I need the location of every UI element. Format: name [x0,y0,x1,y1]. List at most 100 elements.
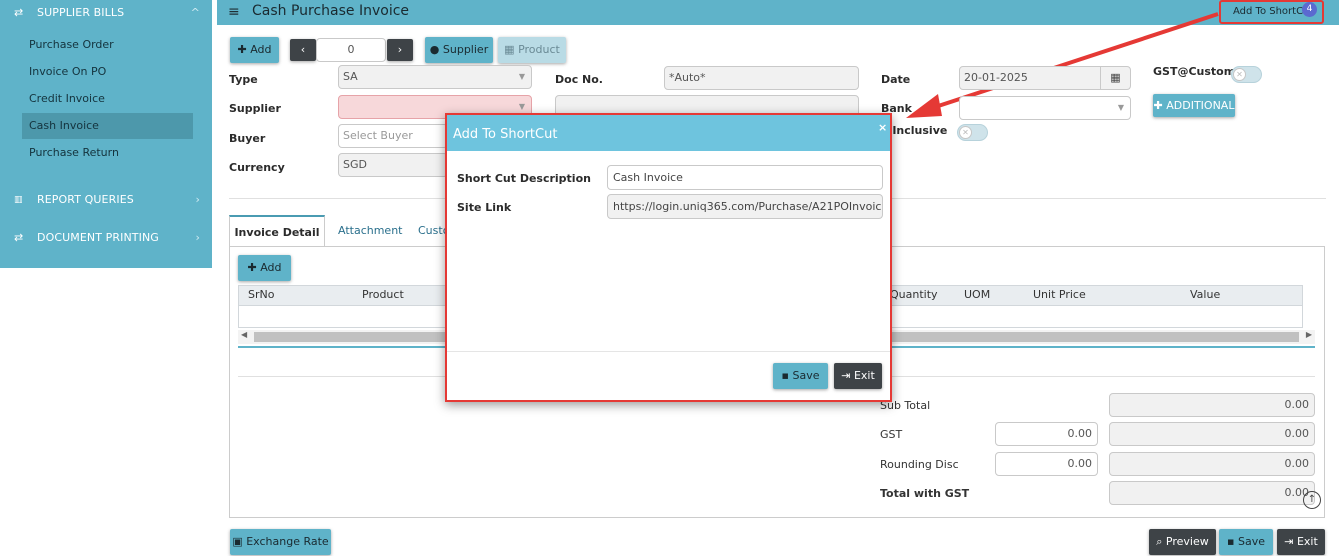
chevron-up-icon: ^ [190,6,200,19]
modal-save-button[interactable]: ▪ Save [773,363,828,389]
record-number-input[interactable]: 0 [316,38,386,62]
preview-button[interactable]: ⌕ Preview [1149,529,1216,555]
rounding-label: Rounding Disc [880,458,959,471]
type-value: SA [343,70,358,83]
caret-down-icon: ▼ [518,72,525,81]
sidebar-section-supplier-bills[interactable]: ⇄ SUPPLIER BILLS ^ [0,0,212,26]
save-button[interactable]: ▪ Save [1219,529,1273,555]
sidebar-section-label: DOCUMENT PRINTING [37,231,159,244]
currency-label: Currency [229,161,285,174]
sign-out-icon: ⇥ [841,369,851,382]
product-button-label: Product [518,43,560,56]
date-label: Date [881,73,911,86]
sidebar-section-document-printing[interactable]: ⇄ DOCUMENT PRINTING › [0,225,212,251]
gst-inclusive-toggle[interactable]: ✕ [957,124,988,141]
buyer-label: Buyer [229,132,266,145]
sidebar-item-label: Invoice On PO [29,65,107,78]
close-icon[interactable]: × [878,121,887,134]
calendar-icon[interactable]: ▦ [1100,67,1130,89]
site-link-label: Site Link [457,201,512,214]
scroll-left-icon[interactable]: ◀ [241,330,247,339]
sidebar-item-cash-invoice[interactable]: Cash Invoice [22,113,193,139]
rounding-value: 0.00 [1109,452,1315,476]
modal-header: Add To ShortCut [447,115,890,151]
shortcut-description-input[interactable]: Cash Invoice [607,165,883,190]
grid-icon: ▦ [504,43,515,56]
money-icon: ▣ [232,535,243,548]
shortcut-count-badge: 4 [1302,2,1317,17]
exit-button-label: Exit [1296,535,1318,548]
supplier-label: Supplier [229,102,281,115]
supplier-button[interactable]: ● Supplier [425,37,493,63]
chevron-right-icon: › [195,231,200,244]
add-to-shortcut-modal: Add To ShortCut × Short Cut Description … [445,113,892,402]
page-title: Cash Purchase Invoice [252,3,410,19]
next-button[interactable]: › [387,39,413,61]
column-header-value: Value [1190,288,1221,301]
gst-value: 0.00 [1109,422,1315,446]
modal-save-label: Save [792,369,820,382]
add-button-label: Add [250,43,272,56]
exchange-rate-button[interactable]: ▣ Exchange Rate [230,529,331,555]
product-button[interactable]: ▦ Product [498,37,566,63]
buyer-select[interactable]: Select Buyer [338,124,448,148]
additional-button[interactable]: ✚ ADDITIONAL [1153,94,1235,117]
floppy-icon: ▪ [1227,535,1235,548]
column-header-srno: SrNo [248,288,275,301]
docno-input[interactable]: *Auto* [664,66,859,90]
supplier-button-label: Supplier [442,43,489,56]
add-button[interactable]: ✚ Add [230,37,279,63]
gst-custom-toggle[interactable]: ✕ [1231,66,1262,83]
close-icon: ✕ [959,126,972,139]
rounding-rate-input[interactable]: 0.00 [995,452,1098,476]
modal-divider [447,351,890,352]
chevron-right-icon: › [195,193,200,206]
site-link-input[interactable]: https://login.uniq365.com/Purchase/A21PO… [607,194,883,219]
gst-custom-label: GST@Custom [1153,65,1236,78]
modal-exit-button[interactable]: ⇥ Exit [834,363,882,389]
add-line-button[interactable]: ✚ Add [238,255,291,281]
currency-select[interactable]: SGD [338,153,448,177]
caret-down-icon: ▼ [1117,103,1124,112]
total-value: 0.00 [1109,481,1315,505]
sidebar-section-label: SUPPLIER BILLS [37,6,125,19]
date-input[interactable]: 20-01-2025 ▦ [959,66,1131,90]
tab-attachment[interactable]: Attachment [338,215,403,247]
modal-exit-label: Exit [853,369,875,382]
additional-button-label: ADDITIONAL [1166,99,1235,112]
prev-button[interactable]: ‹ [290,39,316,61]
sign-out-icon: ⇥ [1284,535,1294,548]
exit-button[interactable]: ⇥ Exit [1277,529,1325,555]
sidebar-item-invoice-on-po[interactable]: Invoice On PO [22,59,193,85]
exchange-icon: ⇄ [14,6,24,19]
gst-label: GST [880,428,903,441]
sidebar-item-label: Purchase Return [29,146,119,159]
shortcut-description-label: Short Cut Description [457,172,591,185]
docno-label: Doc No. [555,73,603,86]
sidebar-section-report-queries[interactable]: ▥ REPORT QUERIES › [0,187,212,213]
sidebar-item-credit-invoice[interactable]: Credit Invoice [22,86,193,112]
type-select[interactable]: SA ▼ [338,65,532,89]
type-label: Type [229,73,258,86]
sidebar-item-purchase-order[interactable]: Purchase Order [22,32,193,58]
sidebar-item-label: Cash Invoice [29,119,99,132]
preview-button-label: Preview [1165,535,1209,548]
tab-invoice-detail[interactable]: Invoice Detail [229,215,325,247]
sidebar-item-label: Credit Invoice [29,92,105,105]
column-header-quantity: Quantity [890,288,938,301]
add-line-label: Add [260,261,282,274]
scroll-top-icon[interactable]: ↑ [1303,491,1321,509]
column-header-product: Product [362,288,404,301]
chevron-right-icon: › [397,43,403,56]
sidebar-item-purchase-return[interactable]: Purchase Return [22,140,193,166]
gst-rate-input[interactable]: 0.00 [995,422,1098,446]
bank-select[interactable]: ▼ [959,96,1131,120]
floppy-icon: ▪ [781,369,789,382]
sidebar-item-label: Purchase Order [29,38,114,51]
column-header-uom: UOM [964,288,991,301]
column-header-unit-price: Unit Price [1033,288,1086,301]
scroll-right-icon[interactable]: ▶ [1306,330,1312,339]
search-icon: ⌕ [1156,535,1163,548]
bar-chart-icon: ▥ [14,195,23,205]
hamburger-icon[interactable]: ≡ [228,2,242,22]
